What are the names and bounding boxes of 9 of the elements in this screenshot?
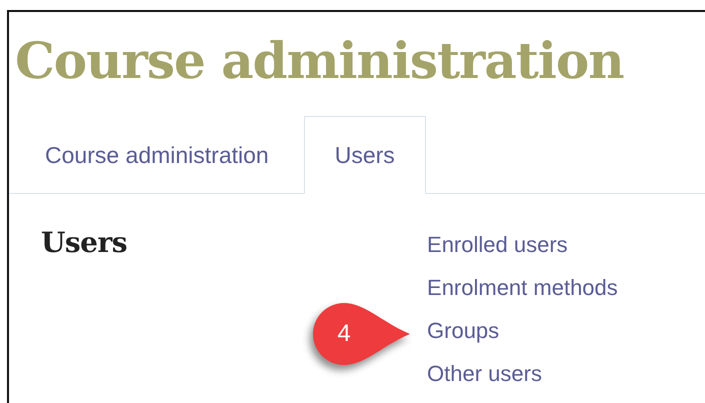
tab[interactable]: Users	[304, 116, 426, 194]
menu-link[interactable]: Enrolment methods	[427, 266, 618, 309]
tab[interactable]: Course administration	[9, 116, 300, 194]
menu-link[interactable]: Enrolled users	[427, 223, 618, 266]
page-title: Course administration	[14, 30, 625, 92]
menu-link[interactable]: Groups	[427, 309, 618, 352]
step-badge: 4	[313, 303, 410, 365]
section-heading: Users	[41, 225, 128, 261]
menu-link[interactable]: Other users	[427, 352, 618, 395]
